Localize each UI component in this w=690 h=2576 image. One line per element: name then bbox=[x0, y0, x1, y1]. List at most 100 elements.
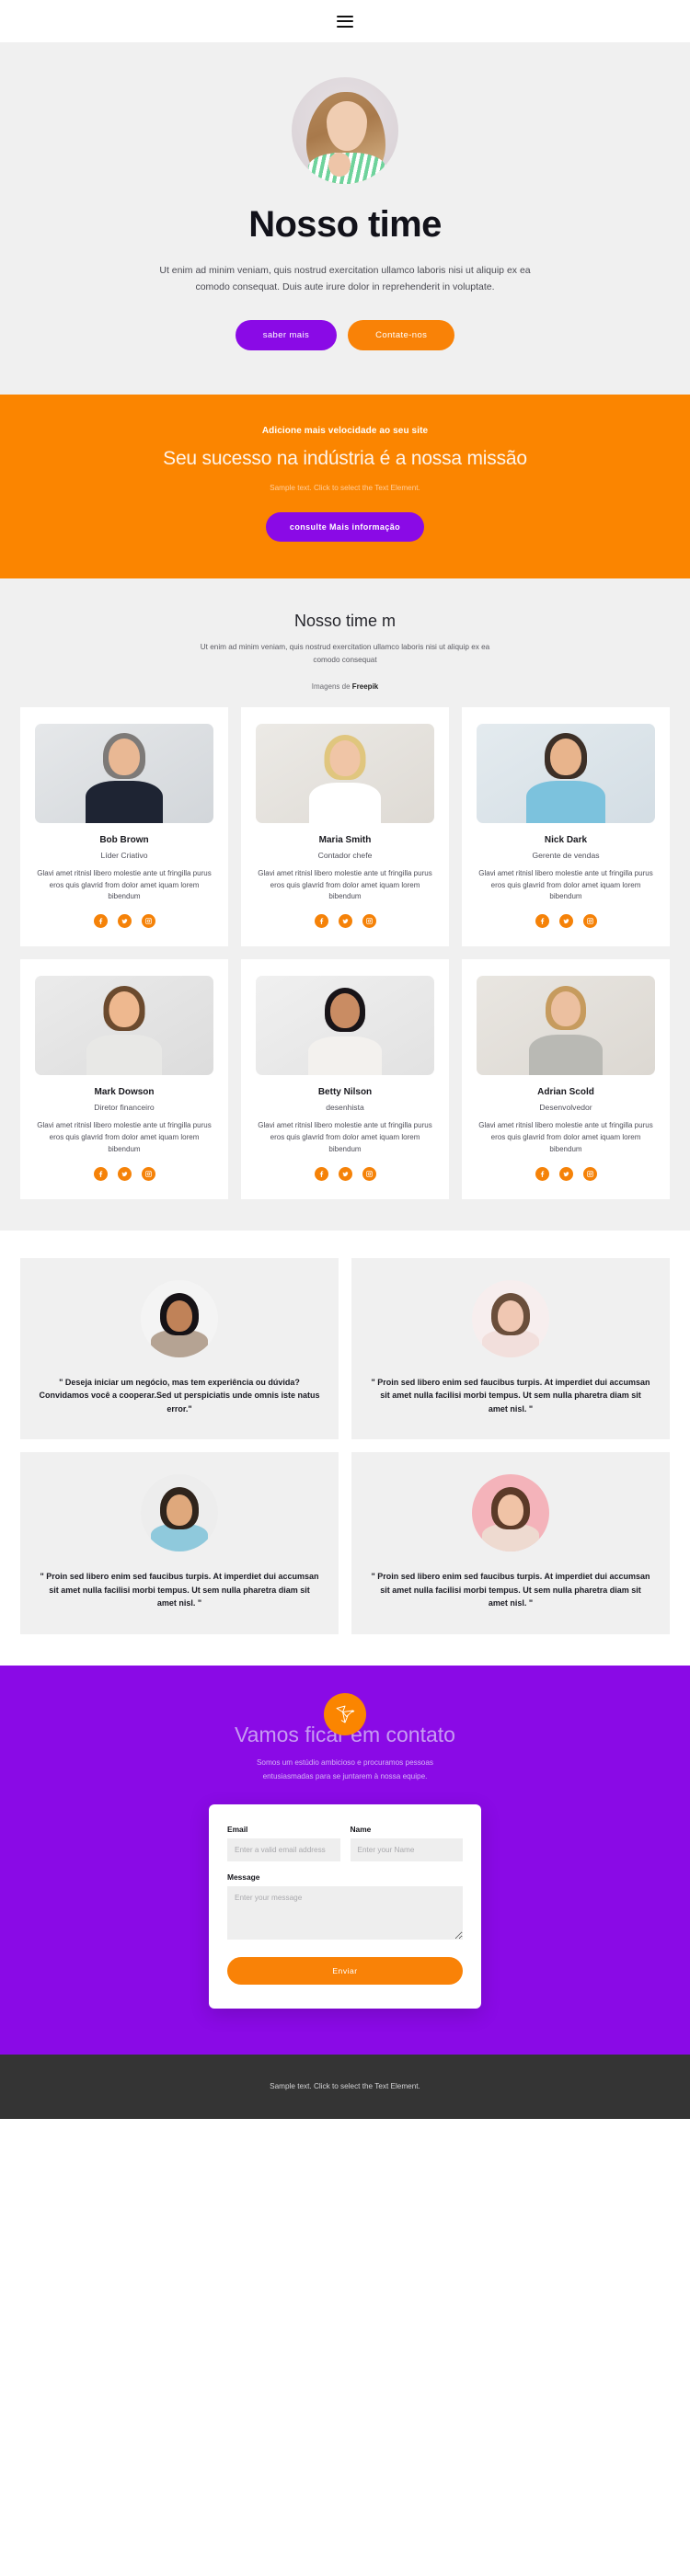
name-field-group: Name bbox=[350, 1824, 463, 1861]
promo-title: Seu sucesso na indústria é a nossa missã… bbox=[163, 447, 527, 469]
team-member-photo bbox=[477, 976, 655, 1076]
testimonial-card: " Proin sed libero enim sed faucibus tur… bbox=[20, 1452, 339, 1635]
team-member-photo bbox=[35, 976, 213, 1076]
team-member-name: Bob Brown bbox=[99, 834, 149, 845]
team-member-name: Betty Nilson bbox=[317, 1087, 373, 1098]
team-section: Nosso time m Ut enim ad minim veniam, qu… bbox=[0, 578, 690, 1231]
twitter-icon[interactable] bbox=[338, 914, 352, 929]
team-member-card[interactable]: Betty Nilson desenhista Glavi amet ritni… bbox=[241, 959, 449, 1199]
photo-face bbox=[550, 738, 581, 775]
instagram-icon[interactable] bbox=[362, 914, 376, 929]
team-member-name: Mark Dowson bbox=[94, 1087, 155, 1098]
avatar-hand bbox=[328, 153, 351, 177]
twitter-icon[interactable] bbox=[558, 1166, 573, 1181]
avatar-face bbox=[498, 1299, 523, 1332]
avatar-face bbox=[498, 1494, 523, 1527]
team-member-photo bbox=[35, 723, 213, 823]
facebook-icon[interactable] bbox=[93, 1166, 108, 1181]
credit-prefix: Imagens de bbox=[311, 681, 352, 691]
contact-section: Vamos ficar em contato Somos um estúdio … bbox=[0, 1666, 690, 2055]
photo-body bbox=[86, 1035, 162, 1076]
contact-text: Somos um estúdio ambicioso e procuramos … bbox=[256, 1758, 434, 1780]
contact-form-card: Email Name Message Enviar bbox=[209, 1803, 481, 2009]
team-member-name: Maria Smith bbox=[318, 834, 372, 845]
hero-button-group: saber mais Contate-nos bbox=[0, 319, 690, 350]
team-member-photo bbox=[477, 723, 655, 823]
team-member-role: Contador chefe bbox=[317, 850, 373, 860]
instagram-icon[interactable] bbox=[141, 914, 155, 929]
photo-body bbox=[308, 1036, 382, 1076]
name-label: Name bbox=[350, 1824, 372, 1834]
facebook-icon[interactable] bbox=[314, 914, 328, 929]
facebook-icon[interactable] bbox=[535, 914, 549, 929]
photo-face bbox=[330, 993, 360, 1029]
team-member-role: desenhista bbox=[326, 1103, 364, 1113]
team-member-role: Líder Criativo bbox=[100, 850, 148, 860]
credit-brand: Freepik bbox=[351, 681, 379, 691]
testimonials-section: " Deseja iniciar um negócio, mas tem exp… bbox=[0, 1230, 690, 1666]
contact-us-button[interactable]: Contate-nos bbox=[348, 319, 455, 350]
promo-more-info-button[interactable]: consulte Mais informação bbox=[265, 512, 425, 543]
testimonial-avatar bbox=[141, 1474, 218, 1552]
testimonials-grid: " Deseja iniciar um negócio, mas tem exp… bbox=[20, 1257, 670, 1635]
promo-text: Sample text. Click to select the Text El… bbox=[270, 483, 420, 492]
testimonial-quote: " Proin sed libero enim sed faucibus tur… bbox=[40, 1572, 319, 1609]
hamburger-menu-icon[interactable] bbox=[337, 15, 353, 28]
team-member-card[interactable]: Bob Brown Líder Criativo Glavi amet ritn… bbox=[20, 706, 228, 947]
team-member-role: Diretor financeiro bbox=[94, 1103, 155, 1113]
learn-more-button[interactable]: saber mais bbox=[235, 319, 338, 350]
bird-glyph bbox=[336, 1705, 355, 1723]
photo-face bbox=[329, 739, 361, 776]
facebook-icon[interactable] bbox=[93, 914, 108, 929]
hero-section: Nosso time Ut enim ad minim veniam, quis… bbox=[0, 42, 690, 395]
instagram-icon[interactable] bbox=[582, 914, 597, 929]
testimonial-avatar bbox=[472, 1474, 549, 1552]
team-member-socials bbox=[35, 1166, 213, 1181]
name-input[interactable] bbox=[350, 1838, 463, 1861]
form-row-email-name: Email Name bbox=[227, 1825, 463, 1861]
origami-bird-icon bbox=[324, 1693, 366, 1736]
photo-face bbox=[109, 738, 140, 775]
team-member-card[interactable]: Mark Dowson Diretor financeiro Glavi ame… bbox=[20, 959, 228, 1199]
message-textarea[interactable] bbox=[227, 1885, 463, 1940]
twitter-icon[interactable] bbox=[558, 914, 573, 929]
email-input[interactable] bbox=[227, 1838, 340, 1861]
instagram-icon[interactable] bbox=[141, 1166, 155, 1181]
instagram-icon[interactable] bbox=[362, 1166, 376, 1181]
testimonial-card: " Proin sed libero enim sed faucibus tur… bbox=[351, 1257, 670, 1440]
photo-body bbox=[526, 780, 605, 823]
email-label: Email bbox=[227, 1824, 248, 1834]
team-member-name: Adrian Scold bbox=[537, 1087, 594, 1098]
team-subtitle: Ut enim ad minim veniam, quis nostrud ex… bbox=[200, 643, 490, 665]
team-member-role: Gerente de vendas bbox=[532, 850, 600, 860]
footer-text: Sample text. Click to select the Text El… bbox=[270, 2082, 420, 2091]
team-member-card[interactable]: Nick Dark Gerente de vendas Glavi amet r… bbox=[462, 706, 670, 947]
top-navigation-bar bbox=[0, 0, 690, 42]
testimonial-avatar bbox=[141, 1279, 218, 1357]
testimonial-quote: " Proin sed libero enim sed faucibus tur… bbox=[371, 1377, 650, 1414]
submit-button[interactable]: Enviar bbox=[227, 1956, 463, 1985]
hero-avatar-image bbox=[292, 77, 398, 184]
team-member-name: Nick Dark bbox=[544, 834, 588, 845]
image-credit: Imagens de Freepik bbox=[0, 682, 690, 691]
photo-body bbox=[529, 1035, 603, 1076]
page-footer: Sample text. Click to select the Text El… bbox=[0, 2054, 690, 2119]
photo-face bbox=[551, 991, 581, 1027]
testimonial-card: " Deseja iniciar um negócio, mas tem exp… bbox=[20, 1257, 339, 1440]
facebook-icon[interactable] bbox=[535, 1166, 549, 1181]
twitter-icon[interactable] bbox=[117, 1166, 132, 1181]
testimonial-card: " Proin sed libero enim sed faucibus tur… bbox=[351, 1452, 670, 1635]
message-label: Message bbox=[227, 1872, 260, 1882]
team-member-card[interactable]: Maria Smith Contador chefe Glavi amet ri… bbox=[241, 706, 449, 947]
team-member-bio: Glavi amet ritnisl libero molestie ante … bbox=[478, 1121, 653, 1153]
facebook-icon[interactable] bbox=[314, 1166, 328, 1181]
twitter-icon[interactable] bbox=[338, 1166, 352, 1181]
page-title: Nosso time bbox=[248, 204, 442, 245]
twitter-icon[interactable] bbox=[117, 914, 132, 929]
avatar-face bbox=[167, 1494, 192, 1527]
team-member-card[interactable]: Adrian Scold Desenvolvedor Glavi amet ri… bbox=[462, 959, 670, 1199]
instagram-icon[interactable] bbox=[582, 1166, 597, 1181]
team-member-bio: Glavi amet ritnisl libero molestie ante … bbox=[478, 868, 653, 901]
avatar-face bbox=[167, 1299, 192, 1332]
promo-banner-section: Adicione mais velocidade ao seu site Seu… bbox=[0, 394, 690, 579]
